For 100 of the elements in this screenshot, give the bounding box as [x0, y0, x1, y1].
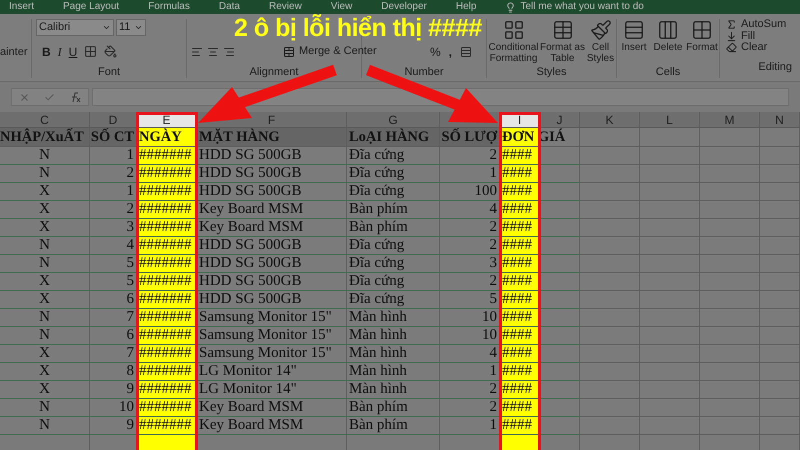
caret-icon [134, 23, 143, 32]
align-right-icon[interactable] [223, 46, 235, 58]
ribbon-tab[interactable]: Review [269, 2, 302, 12]
table-cell: 2 [440, 399, 500, 417]
table-cell: Màn hình [347, 327, 440, 345]
ribbon-button[interactable]: Delete [652, 19, 684, 53]
table-cell: ####### [137, 165, 197, 183]
table-cell: N [0, 399, 90, 417]
ribbon-icon [502, 19, 524, 41]
merge-center-button[interactable]: Merge & Center [283, 43, 377, 60]
table-cell: Key Board MSM [197, 201, 347, 219]
table-cell: #### [500, 219, 540, 237]
table-cell: Màn hình [347, 363, 440, 381]
table-cell: #### [500, 309, 540, 327]
ribbon-tab[interactable]: Insert [9, 2, 34, 12]
cancel-icon[interactable] [19, 92, 30, 102]
borders-icon[interactable] [84, 45, 98, 58]
table-cell: LG Monitor 14" [197, 363, 347, 381]
table-cell: 7 [90, 345, 137, 363]
table-cell: HDD SG 500GB [197, 273, 347, 291]
group-label: Number [404, 67, 444, 78]
ribbon-button[interactable]: Insert [618, 19, 650, 53]
table-cell: ####### [137, 327, 197, 345]
table-cell: ####### [137, 399, 197, 417]
callout-text: 2 ô bị lỗi hiển thị #### [234, 14, 482, 42]
lightbulb-icon [505, 2, 516, 12]
table-cell: 7 [90, 309, 137, 327]
editing-button[interactable]: Clear [726, 42, 768, 54]
table-cell: Đĩa cứng [347, 147, 440, 165]
column-header[interactable]: M [700, 112, 760, 127]
table-cell: N [0, 327, 90, 345]
check-icon[interactable] [44, 92, 55, 102]
bold-button[interactable]: B [42, 42, 51, 60]
table-cell: #### [500, 417, 540, 435]
table-cell: HDD SG 500GB [197, 165, 347, 183]
ribbon-tab[interactable]: Help [456, 2, 476, 12]
ribbon-tab[interactable]: Developer [381, 2, 427, 12]
ribbon-button[interactable]: Format [686, 19, 718, 53]
table-cell: HDD SG 500GB [197, 237, 347, 255]
tell-me-text[interactable]: Tell me what you want to do [520, 2, 644, 12]
table-cell: X [0, 291, 90, 309]
font-name-field[interactable]: Calibri [36, 19, 114, 36]
table-cell: Đĩa cứng [347, 291, 440, 309]
table-cell: X [0, 219, 90, 237]
editing-button[interactable]: Fill [726, 30, 756, 42]
align-left-icon[interactable] [191, 46, 203, 58]
table-cell: Đĩa cứng [347, 255, 440, 273]
italic-button[interactable]: I [58, 42, 62, 60]
table-cell: Bàn phím [347, 399, 440, 417]
table-cell: 5 [440, 291, 500, 309]
comma-button[interactable]: , [448, 42, 452, 60]
column-header[interactable]: L [640, 112, 700, 127]
percent-button[interactable]: % [430, 42, 441, 60]
table-cell: #### [500, 381, 540, 399]
table-cell: 2 [440, 219, 500, 237]
column-header[interactable]: N [760, 112, 800, 127]
column-header[interactable]: C [0, 112, 90, 127]
header-cell: LoẠI HÀNG [347, 128, 440, 147]
group-label: Font [98, 67, 120, 78]
ribbon-button[interactable]: Format as Table [540, 19, 586, 64]
table-cell: 6 [90, 327, 137, 345]
ribbon-text[interactable]: ainter [0, 47, 31, 58]
column-header[interactable]: G [347, 112, 440, 127]
function-icon[interactable] [69, 92, 81, 102]
table-cell: Đĩa cứng [347, 165, 440, 183]
table-cell: 4 [90, 237, 137, 255]
align-center-icon[interactable] [207, 46, 219, 58]
ribbon-tab[interactable]: Page Layout [63, 2, 120, 12]
table-cell: Bàn phím [347, 417, 440, 435]
table-cell: 2 [90, 165, 137, 183]
decimal-icon[interactable] [460, 46, 472, 58]
column-header[interactable]: J [540, 112, 580, 127]
fill-color-icon[interactable] [104, 45, 118, 58]
table-cell: ####### [137, 237, 197, 255]
column-header[interactable]: D [90, 112, 137, 127]
ribbon-tab[interactable]: View [330, 2, 352, 12]
table-cell: Bàn phím [347, 219, 440, 237]
table-cell: #### [500, 255, 540, 273]
editing-button[interactable]: AutoSum [726, 19, 786, 30]
table-cell: X [0, 201, 90, 219]
table-cell: X [0, 273, 90, 291]
table-cell: #### [500, 201, 540, 219]
column-header[interactable]: K [580, 112, 640, 127]
ribbon-tab[interactable]: Formulas [148, 2, 190, 12]
table-cell: X [0, 381, 90, 399]
ribbon-icon [552, 19, 574, 41]
table-cell: ####### [137, 363, 197, 381]
table-cell: 1 [440, 363, 500, 381]
table-cell: ####### [137, 201, 197, 219]
font-size-field[interactable]: 11 [116, 19, 146, 36]
table-cell: Samsung Monitor 15" [197, 327, 347, 345]
table-cell: ####### [137, 255, 197, 273]
merge-icon [283, 46, 295, 58]
table-cell: ####### [137, 309, 197, 327]
table-cell: 10 [440, 309, 500, 327]
ribbon-button[interactable]: Cell Styles [586, 19, 616, 64]
ribbon-tab[interactable]: Data [218, 2, 240, 12]
ribbon-button[interactable]: Conditional Formatting [488, 19, 540, 64]
header-cell: MẶT HÀNG [197, 128, 347, 147]
underline-button[interactable]: U [68, 42, 78, 60]
